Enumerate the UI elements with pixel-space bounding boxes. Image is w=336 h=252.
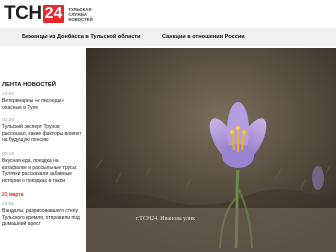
site-logo[interactable]: ТСН 24 Тульская служба новостей <box>4 3 108 25</box>
logo-subtitle: Тульская служба новостей <box>68 6 93 22</box>
news-feed-title: Лента новостей <box>2 82 56 88</box>
top-navigation: Беженцы из Донбасса в Тульской области С… <box>0 28 336 46</box>
image-caption: г.ТСН24. Иванова улик <box>136 216 196 222</box>
news-headline[interactable]: Вкусная еда, поездка на катафалке и расс… <box>2 158 82 184</box>
logo-number: 24 <box>42 5 65 23</box>
news-item[interactable]: 23:05 Вандалы, разрисовавшего стену Туль… <box>2 202 82 228</box>
news-item[interactable]: 01:29 Тульский эксперт Трунов рассказал,… <box>2 118 82 144</box>
news-headline[interactable]: Вандалы, разрисовавшего стену Тульского … <box>2 208 82 228</box>
site-header: ТСН 24 Тульская служба новостей <box>0 0 336 28</box>
image-caption-bar <box>86 208 336 252</box>
nav-link-donbass-refugees[interactable]: Беженцы из Донбасса в Тульской области <box>22 34 141 40</box>
date-separator: 21 марта <box>2 192 24 198</box>
featured-article-image[interactable]: г.ТСН24. Иванова улик <box>86 48 336 252</box>
news-headline[interactable]: Тульский эксперт Трунов рассказал, какие… <box>2 124 82 144</box>
news-headline[interactable]: Ветеринарны «к лисоеды» опасные в Туле <box>2 98 82 111</box>
nav-link-sanctions[interactable]: Санкции в отношении России <box>162 34 245 40</box>
logo-text: ТСН <box>4 3 42 24</box>
news-item[interactable]: 13:02 Ветеринарны «к лисоеды» опасные в … <box>2 92 82 111</box>
news-item[interactable]: 00:18 Вкусная еда, поездка на катафалке … <box>2 152 82 184</box>
news-feed-sidebar: Лента новостей 13:02 Ветеринарны «к лисо… <box>0 52 84 252</box>
